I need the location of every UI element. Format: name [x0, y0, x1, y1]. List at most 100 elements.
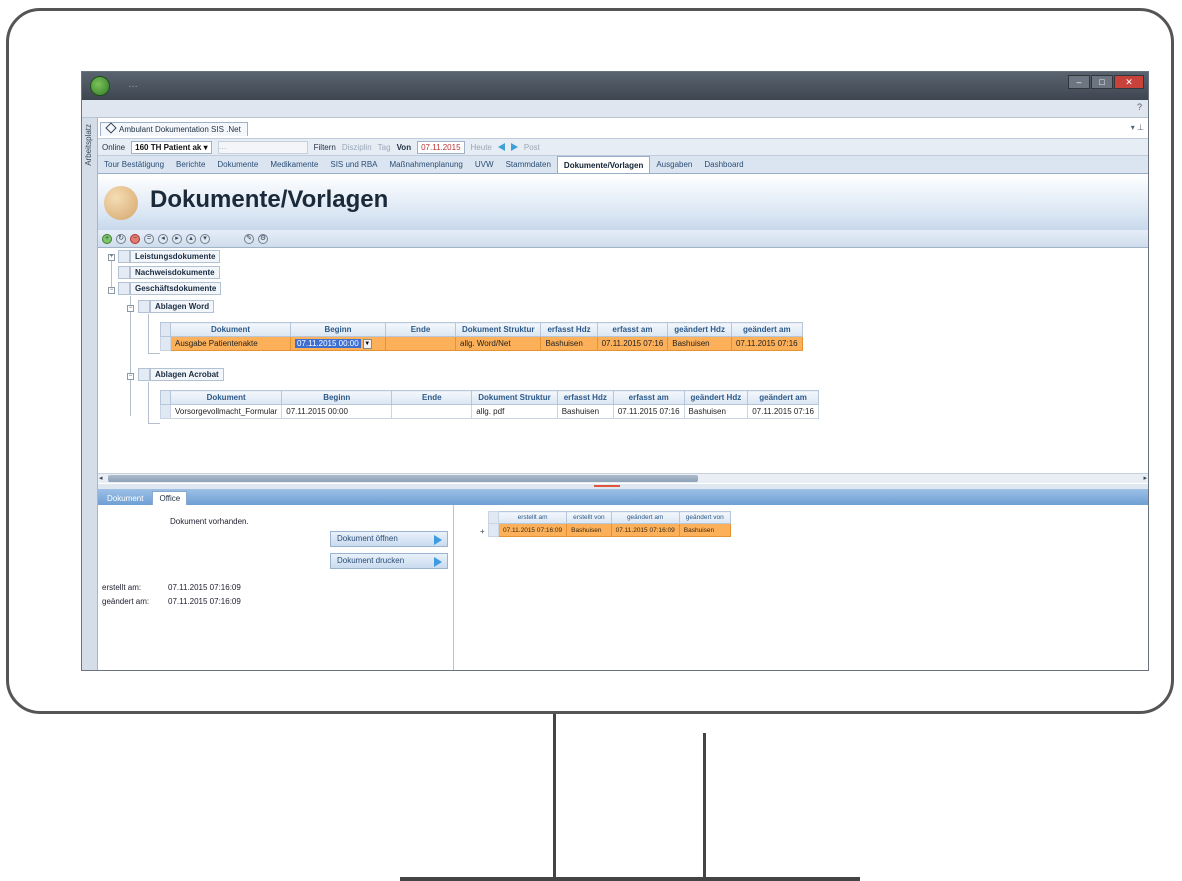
cell-geaendert-von[interactable]: Bashuisen	[678, 523, 731, 537]
cell-ende[interactable]	[385, 336, 456, 351]
col-erstellt-von[interactable]: erstellt von	[566, 511, 612, 524]
arrow-left-icon[interactable]	[497, 143, 505, 151]
cell-ende[interactable]	[391, 404, 473, 419]
beginn-edit-field[interactable]: 07.11.2015 00:00	[295, 338, 361, 348]
tab-dokumente-vorlagen[interactable]: Dokumente/Vorlagen	[556, 156, 651, 173]
settings-icon[interactable]: ⚙	[258, 233, 268, 244]
cell-geaendert-hdz[interactable]: Bashuisen	[683, 404, 749, 419]
patient-select[interactable]: 160 TH Patient ak ▾	[131, 140, 212, 154]
discipline-label[interactable]: Disziplin	[342, 143, 372, 152]
cell-erfasst-am[interactable]: 07.11.2015 07:16	[596, 336, 669, 351]
cell-erfasst-hdz[interactable]: Bashuisen	[556, 404, 614, 419]
table-row[interactable]: Vorsorgevollmacht_Formular 07.11.2015 00…	[160, 404, 819, 419]
scroll-left-icon[interactable]: ◂	[99, 474, 103, 482]
tree-node-nachweisdokumente[interactable]: Nachweisdokumente	[130, 266, 220, 279]
cell-beginn[interactable]: 07.11.2015 00:00	[281, 404, 393, 419]
filter-button[interactable]: Filtern	[314, 143, 336, 152]
cell-geaendert-hdz[interactable]: Bashuisen	[667, 336, 732, 351]
col-dokument[interactable]: Dokument	[169, 390, 283, 405]
tab-dokument[interactable]: Dokument	[101, 492, 149, 505]
tab-massnahmenplanung[interactable]: Maßnahmenplanung	[384, 156, 469, 173]
col-beginn[interactable]: Beginn	[281, 390, 393, 405]
collapse-geschaeftsdokumente[interactable]: −	[108, 287, 115, 294]
cell-geaendert-am[interactable]: 07.11.2015 07:16	[747, 404, 819, 419]
table-row[interactable]: 07.11.2015 07:16:09 Bashuisen 07.11.2015…	[488, 523, 731, 537]
back-icon[interactable]: ◂	[158, 233, 168, 244]
scroll-right-icon[interactable]: ▸	[1143, 474, 1147, 482]
table-row[interactable]: Ausgabe Patientenakte 07.11.2015 00:00 ▼ …	[160, 336, 803, 351]
col-geaendert-von[interactable]: geändert von	[678, 511, 731, 524]
col-dokument[interactable]: Dokument	[170, 322, 291, 337]
document-tab[interactable]: Ambulant Dokumentation SIS .Net	[100, 122, 248, 136]
close-button[interactable]: ✕	[1114, 75, 1144, 89]
col-geaendert-hdz[interactable]: geändert Hdz	[683, 390, 749, 405]
cell-struktur[interactable]: allg. Word/Net	[454, 336, 542, 351]
cell-beginn[interactable]: 07.11.2015 00:00 ▼	[290, 336, 386, 351]
collapse-ablagen-word[interactable]: −	[127, 305, 134, 312]
disabled-field[interactable]: …	[217, 140, 308, 154]
tab-stammdaten[interactable]: Stammdaten	[500, 156, 557, 173]
post-button[interactable]: Post	[524, 143, 540, 152]
tab-medikamente[interactable]: Medikamente	[264, 156, 324, 173]
col-ende[interactable]: Ende	[385, 322, 456, 337]
collapse-ablagen-acrobat[interactable]: −	[127, 373, 134, 380]
col-ende[interactable]: Ende	[391, 390, 473, 405]
col-erfasst-am[interactable]: erfasst am	[596, 322, 669, 337]
help-icon[interactable]: ?	[1137, 102, 1142, 112]
tab-uvw[interactable]: UVW	[469, 156, 500, 173]
col-dokument-struktur[interactable]: Dokument Struktur	[454, 322, 542, 337]
minimize-button[interactable]: –	[1068, 75, 1090, 89]
delete-icon[interactable]: −	[130, 233, 140, 244]
expand-leistungsdokumente[interactable]: +	[108, 254, 115, 261]
tab-berichte[interactable]: Berichte	[170, 156, 211, 173]
add-icon[interactable]: +	[102, 233, 112, 244]
scroll-thumb[interactable]	[108, 475, 698, 482]
refresh-icon[interactable]: ↻	[116, 233, 126, 244]
expand-row-icon[interactable]: +	[480, 527, 485, 536]
tab-sis-und-rba[interactable]: SIS und RBA	[324, 156, 383, 173]
cell-erfasst-am[interactable]: 07.11.2015 07:16	[612, 404, 685, 419]
cell-dokument[interactable]: Ausgabe Patientenakte	[170, 336, 291, 351]
arrow-right-icon[interactable]	[510, 143, 518, 151]
cell-struktur[interactable]: allg. pdf	[471, 404, 558, 419]
col-geaendert-am[interactable]: geändert am	[730, 322, 803, 337]
tab-ausgaben[interactable]: Ausgaben	[650, 156, 698, 173]
tab-dokumente[interactable]: Dokumente	[211, 156, 264, 173]
tab-tour-bestaetigung[interactable]: Tour Bestätigung	[98, 156, 170, 173]
maximize-button[interactable]: □	[1091, 75, 1113, 89]
tree-node-ablagen-word[interactable]: Ablagen Word	[150, 300, 215, 313]
chevron-down-icon[interactable]: ▼	[362, 338, 372, 349]
forward-icon[interactable]: ▸	[172, 233, 182, 244]
col-dokument-struktur[interactable]: Dokument Struktur	[471, 390, 558, 405]
tab-office[interactable]: Office	[152, 491, 188, 505]
col-erfasst-hdz[interactable]: erfasst Hdz	[540, 322, 598, 337]
col-geaendert-am[interactable]: geändert am	[610, 511, 680, 524]
cell-erstellt-von[interactable]: Bashuisen	[566, 523, 612, 537]
cell-erfasst-hdz[interactable]: Bashuisen	[540, 336, 598, 351]
tree-node-ablagen-acrobat[interactable]: Ablagen Acrobat	[150, 368, 224, 381]
cell-geaendert-am[interactable]: 07.11.2015 07:16:09	[610, 523, 680, 537]
tab-dashboard[interactable]: Dashboard	[698, 156, 749, 173]
col-erstellt-am[interactable]: erstellt am	[497, 511, 568, 524]
heute-button[interactable]: Heute	[471, 143, 492, 152]
up-icon[interactable]: ▴	[186, 233, 196, 244]
col-erfasst-am[interactable]: erfasst am	[612, 390, 685, 405]
col-erfasst-hdz[interactable]: erfasst Hdz	[556, 390, 614, 405]
date-field[interactable]: 07.11.2015	[417, 140, 465, 154]
tag-label[interactable]: Tag	[378, 143, 391, 152]
open-document-button[interactable]: Dokument öffnen	[330, 531, 448, 547]
window-titlebar[interactable]: … – □ ✕	[82, 72, 1148, 100]
von-label[interactable]: Von	[397, 143, 412, 152]
tree-node-leistungsdokumente[interactable]: Leistungsdokumente	[130, 250, 221, 263]
cell-erstellt-am[interactable]: 07.11.2015 07:16:09	[497, 523, 568, 537]
print-icon[interactable]: =	[144, 233, 154, 244]
down-icon[interactable]: ▾	[200, 233, 210, 244]
print-document-button[interactable]: Dokument drucken	[330, 553, 448, 569]
cell-dokument[interactable]: Vorsorgevollmacht_Formular	[169, 404, 283, 419]
col-beginn[interactable]: Beginn	[290, 322, 386, 337]
edit-icon[interactable]: ✎	[244, 233, 254, 244]
pin-icon[interactable]: ▾ ⊥	[1131, 123, 1144, 132]
tree-node-geschaeftsdokumente[interactable]: Geschäftsdokumente	[130, 282, 222, 295]
col-geaendert-hdz[interactable]: geändert Hdz	[667, 322, 732, 337]
horizontal-scrollbar[interactable]: ◂ ▸	[98, 473, 1148, 483]
